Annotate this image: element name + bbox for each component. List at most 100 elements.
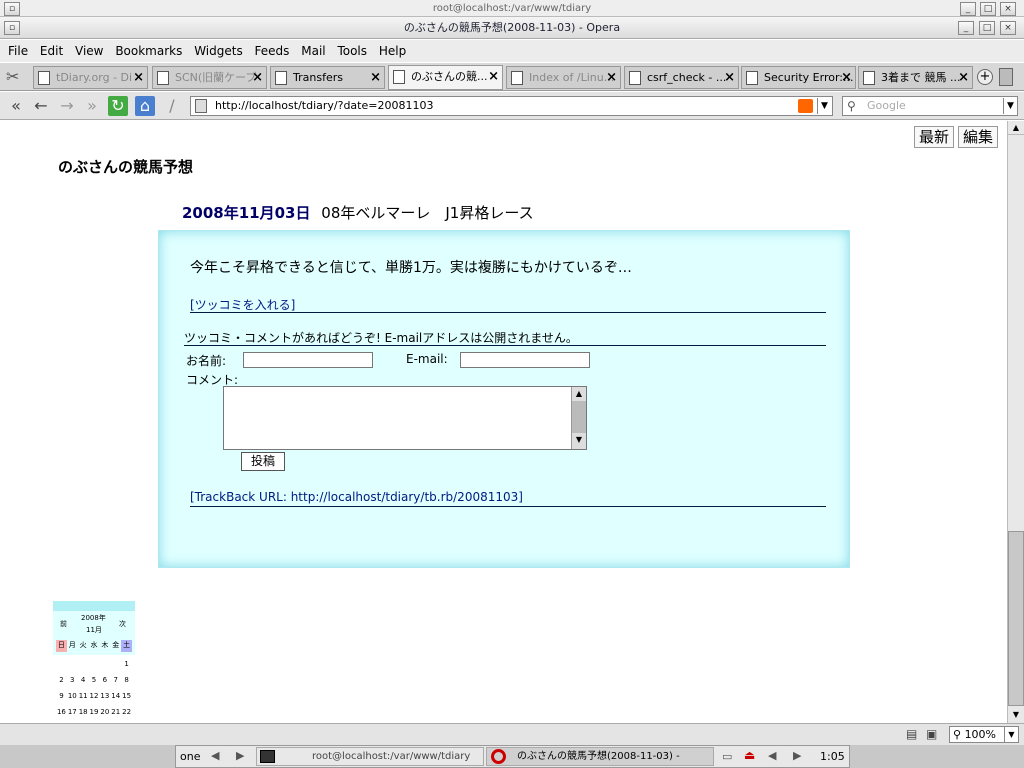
address-dropdown-icon[interactable]: ▼ <box>817 98 831 114</box>
day-date[interactable]: 2008年11月03日 <box>182 204 311 222</box>
calendar-day[interactable]: 11 <box>78 691 89 707</box>
folder-icon[interactable]: ▭ <box>722 750 732 763</box>
minimize-icon[interactable]: _ <box>960 2 976 16</box>
email-input[interactable] <box>460 352 590 368</box>
reload-icon[interactable]: ↻ <box>108 96 128 116</box>
scroll-thumb[interactable] <box>572 401 586 433</box>
page-scrollbar[interactable]: ▲ ▼ <box>1007 121 1024 723</box>
menu-view[interactable]: View <box>75 44 103 58</box>
taskbar-terminal[interactable]: root@localhost:/var/www/tdiary <box>256 747 484 766</box>
scroll-up-icon[interactable]: ▲ <box>1008 121 1024 135</box>
menu-feeds[interactable]: Feeds <box>255 44 290 58</box>
calendar-day[interactable]: 4 <box>78 675 89 691</box>
edit-link[interactable]: 編集 <box>958 126 999 148</box>
submit-button[interactable]: 投稿 <box>241 452 285 471</box>
panels-icon[interactable]: ▤ <box>906 727 917 741</box>
minimize-icon[interactable]: _ <box>958 21 974 35</box>
scroll-up-icon[interactable]: ▲ <box>572 387 586 401</box>
calendar-day[interactable]: 15 <box>121 691 132 707</box>
menu-help[interactable]: Help <box>379 44 406 58</box>
menu-edit[interactable]: Edit <box>40 44 63 58</box>
tools-icon[interactable]: ✂ <box>6 68 28 86</box>
menu-mail[interactable]: Mail <box>301 44 325 58</box>
scroll-thumb[interactable] <box>1008 531 1024 706</box>
search-field[interactable]: ⚲ Google ▼ <box>842 96 1018 116</box>
calendar-day[interactable]: 6 <box>99 675 110 691</box>
close-icon[interactable]: × <box>1000 2 1016 16</box>
prev-icon[interactable]: ◀ <box>768 749 776 762</box>
zoom-select[interactable]: ⚲ 100% ▼ <box>949 726 1019 743</box>
taskbar-opera[interactable]: のぶさんの競馬予想(2008-11-03) - Opera <box>486 747 714 766</box>
rss-feed-icon[interactable] <box>798 99 813 113</box>
menu-bookmarks[interactable]: Bookmarks <box>115 44 182 58</box>
fast-forward-icon[interactable]: » <box>82 96 102 116</box>
tab-close-icon[interactable]: × <box>488 66 499 87</box>
maximize-icon[interactable]: □ <box>980 2 996 16</box>
update-icon[interactable]: ⏏ <box>744 748 755 762</box>
address-field[interactable]: http://localhost/tdiary/?date=20081103 ▼ <box>190 96 833 116</box>
maximize-icon[interactable]: □ <box>979 21 995 35</box>
calendar-day[interactable]: 8 <box>121 675 132 691</box>
window-menu-icon[interactable]: ▫ <box>4 21 20 35</box>
latest-link[interactable]: 最新 <box>914 126 955 148</box>
calendar-day[interactable]: 17 <box>67 707 78 723</box>
window-menu-icon[interactable]: ▫ <box>4 2 20 16</box>
calendar-day[interactable]: 1 <box>121 659 132 675</box>
prev-workspace-icon[interactable]: ◀ <box>211 749 219 762</box>
tab-close-icon[interactable]: × <box>252 67 263 88</box>
calendar-day[interactable]: 21 <box>110 707 121 723</box>
tab-close-icon[interactable]: × <box>841 67 852 88</box>
tab-close-icon[interactable]: × <box>724 67 735 88</box>
rewind-icon[interactable]: « <box>6 96 26 116</box>
tsukkomi-link[interactable]: [ツッコミを入れる] <box>190 298 295 312</box>
zoom-dropdown-icon[interactable]: ▼ <box>1004 727 1018 742</box>
calendar-day[interactable]: 5 <box>89 675 100 691</box>
back-icon[interactable]: ← <box>31 96 51 116</box>
calendar-day[interactable]: 16 <box>56 707 67 723</box>
workspace-name[interactable]: one <box>180 750 200 763</box>
name-input[interactable] <box>243 352 373 368</box>
calendar-day[interactable]: 13 <box>99 691 110 707</box>
trackback-url[interactable]: [TrackBack URL: http://localhost/tdiary/… <box>190 490 523 504</box>
calendar-day[interactable]: 10 <box>67 691 78 707</box>
calendar-day[interactable]: 3 <box>67 675 78 691</box>
tab-3chaku[interactable]: 3着まで 競馬 ... × <box>858 66 973 89</box>
calendar-prev[interactable]: 前 <box>60 619 67 630</box>
menu-tools[interactable]: Tools <box>337 44 367 58</box>
tab-close-icon[interactable]: × <box>606 67 617 88</box>
calendar-day[interactable]: 7 <box>110 675 121 691</box>
calendar-day[interactable]: 18 <box>78 707 89 723</box>
tab-close-icon[interactable]: × <box>370 67 381 88</box>
calendar-day[interactable]: 2 <box>56 675 67 691</box>
tab-security-error[interactable]: Security Error:... × <box>741 66 856 89</box>
tab-close-icon[interactable]: × <box>958 67 969 88</box>
tab-csrf-check[interactable]: csrf_check - ... × <box>624 66 739 89</box>
comment-textarea[interactable]: ▲ ▼ <box>223 386 587 450</box>
tab-index-linux[interactable]: Index of /Linu... × <box>506 66 621 89</box>
home-icon[interactable]: ⌂ <box>135 96 155 116</box>
view-icon[interactable]: ▣ <box>926 727 937 741</box>
tab-close-icon[interactable]: × <box>133 67 144 88</box>
close-icon[interactable]: × <box>1000 21 1016 35</box>
search-dropdown-icon[interactable]: ▼ <box>1003 98 1017 114</box>
next-workspace-icon[interactable]: ▶ <box>236 749 244 762</box>
calendar-day[interactable]: 9 <box>56 691 67 707</box>
menu-file[interactable]: File <box>8 44 28 58</box>
calendar-day[interactable]: 14 <box>110 691 121 707</box>
calendar-day[interactable]: 22 <box>121 707 132 723</box>
tab-scn[interactable]: SCN(旧蘭ケーブ × <box>152 66 267 89</box>
new-tab-icon[interactable]: + <box>977 69 993 85</box>
wand-icon[interactable]: / <box>162 96 182 116</box>
tab-tdiary[interactable]: tDiary.org - Di × <box>33 66 148 89</box>
textarea-scrollbar[interactable]: ▲ ▼ <box>571 387 586 449</box>
calendar-day[interactable]: 20 <box>99 707 110 723</box>
tab-nobusan[interactable]: のぶさんの競... × <box>388 65 503 90</box>
menu-widgets[interactable]: Widgets <box>194 44 243 58</box>
next-icon[interactable]: ▶ <box>793 749 801 762</box>
tab-transfers[interactable]: Transfers × <box>270 66 385 89</box>
trash-icon[interactable] <box>999 68 1013 86</box>
forward-icon[interactable]: → <box>57 96 77 116</box>
calendar-next[interactable]: 次 <box>119 619 126 630</box>
scroll-down-icon[interactable]: ▼ <box>572 433 586 447</box>
scroll-down-icon[interactable]: ▼ <box>1008 708 1024 722</box>
